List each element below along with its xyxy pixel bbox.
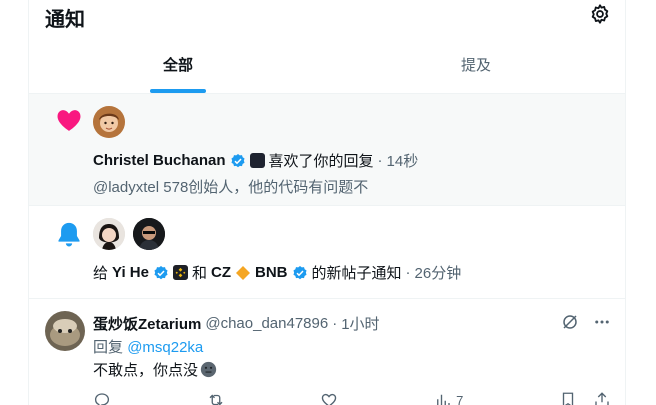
share-icon[interactable] <box>593 391 611 405</box>
like-time: 14秒 <box>386 153 419 170</box>
like-button[interactable] <box>320 391 338 405</box>
page-title: 通知 <box>45 9 85 31</box>
notification-like[interactable]: Christel Buchanan 喜欢了你的回复 · 14秒 @ladyxte… <box>29 94 625 206</box>
notifications-panel: 通知 全部 提及 Christel Buchanan 喜欢了你的回复 · 14秒… <box>28 0 626 405</box>
post-header: 蛋炒饭Zetarium @chao_dan47896 · 1小时 <box>93 313 380 334</box>
retweet-button[interactable] <box>207 391 225 405</box>
tab-all[interactable]: 全部 <box>29 36 327 93</box>
heart-outline-icon <box>322 393 337 405</box>
active-tab-indicator <box>150 89 206 93</box>
post-text-content: 不敢点，你点没 <box>93 362 199 379</box>
subscribe-prefix: 给 <box>93 265 109 282</box>
subscribe-headline: 给 Yi He 和 CZ BNB 的新帖子通知 · 26分钟 <box>93 264 462 282</box>
verified-badge-icon <box>154 265 168 279</box>
post-author-handle[interactable]: @chao_dan47896 <box>205 315 328 332</box>
reply-post[interactable]: 蛋炒饭Zetarium @chao_dan47896 · 1小时 回复 @msq… <box>29 299 625 405</box>
reply-handle-link[interactable]: @msq22ka <box>127 339 203 356</box>
reply-icon <box>94 393 110 405</box>
retweet-icon <box>209 394 223 405</box>
tab-all-label: 全部 <box>162 57 193 74</box>
binance-badge-icon <box>172 265 188 280</box>
more-options-icon[interactable] <box>593 313 611 331</box>
reply-button[interactable] <box>93 391 111 405</box>
notification-subscribe[interactable]: 给 Yi He 和 CZ BNB 的新帖子通知 · 26分钟 <box>29 206 625 299</box>
reply-prefix: 回复 <box>93 339 124 356</box>
avatar-yi-he[interactable] <box>93 218 125 250</box>
tab-bar: 全部 提及 <box>29 36 625 94</box>
post-text: 不敢点，你点没 <box>93 359 217 380</box>
subscribe-join: 和 <box>191 265 207 282</box>
orange-diamond-icon <box>236 265 250 280</box>
like-action: 喜欢了你的回复 <box>268 153 374 170</box>
post-top-actions <box>561 313 611 331</box>
neutral-face-emoji-icon <box>200 361 217 378</box>
user-avatar-image <box>93 106 125 138</box>
avatar[interactable] <box>45 311 85 351</box>
post-action-bar: 7 <box>93 391 611 405</box>
grok-icon[interactable] <box>561 313 579 331</box>
bell-icon <box>58 222 80 247</box>
like-headline: Christel Buchanan 喜欢了你的回复 · 14秒 <box>93 152 419 170</box>
liked-reply-snippet: @ladyxtel 578创始人，他的代码有问题不 <box>93 179 369 196</box>
avatar[interactable] <box>93 106 125 138</box>
user-name[interactable]: Christel Buchanan <box>93 152 226 169</box>
share-group <box>559 391 611 405</box>
post-author-name[interactable]: 蛋炒饭Zetarium <box>93 313 201 334</box>
views-button[interactable]: 7 <box>434 391 463 405</box>
tab-mentions[interactable]: 提及 <box>327 36 625 93</box>
heart-icon <box>57 110 81 131</box>
subscribe-time: 26分钟 <box>414 265 462 282</box>
views-chart-icon <box>437 394 450 405</box>
views-count: 7 <box>456 392 464 405</box>
user-avatar-image <box>45 311 85 351</box>
user-name-cz[interactable]: CZ <box>211 264 231 281</box>
header: 通知 <box>29 0 625 36</box>
verified-badge-icon <box>230 153 245 167</box>
post-time[interactable]: 1小时 <box>341 313 379 334</box>
avatar-cz[interactable] <box>133 218 165 250</box>
user-name-cz-suffix: BNB <box>255 264 288 281</box>
subscribe-action: 的新帖子通知 <box>311 265 402 282</box>
gear-icon[interactable] <box>589 3 611 25</box>
replying-to: 回复 @msq22ka <box>93 336 203 357</box>
affiliate-badge-icon <box>249 153 265 168</box>
bookmark-icon[interactable] <box>559 391 577 405</box>
user-name-yi-he[interactable]: Yi He <box>112 264 149 281</box>
user-avatar-image <box>93 218 125 250</box>
verified-badge-icon <box>292 265 307 279</box>
user-avatar-image <box>133 218 165 250</box>
tab-mentions-label: 提及 <box>460 57 491 74</box>
